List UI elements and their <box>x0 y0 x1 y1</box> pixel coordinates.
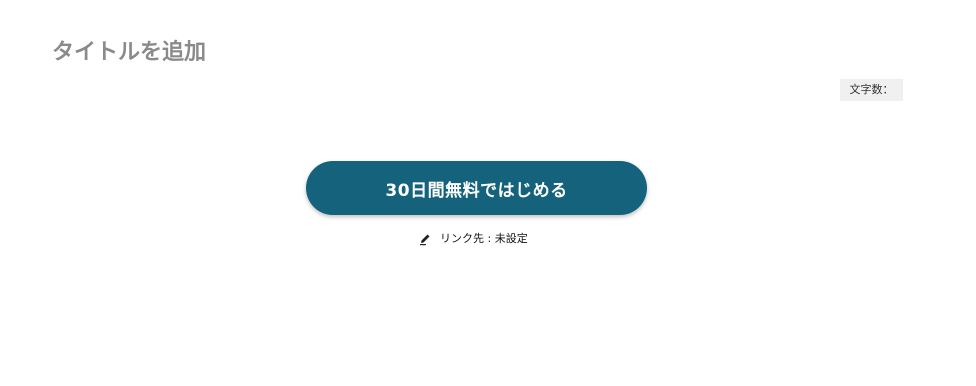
start-free-trial-button[interactable]: 30日間無料ではじめる <box>306 161 647 215</box>
character-count-badge: 文字数： <box>840 79 903 101</box>
link-destination-label: リンク先 : 未設定 <box>440 232 528 245</box>
start-free-trial-button-label: 30日間無料ではじめる <box>385 180 568 201</box>
editor-canvas: 文字数： 30日間無料ではじめる リンク先 : 未設定 <box>0 0 976 386</box>
pencil-icon <box>418 231 432 246</box>
link-destination-setting[interactable]: リンク先 : 未設定 <box>418 229 528 247</box>
title-input[interactable] <box>52 36 652 68</box>
